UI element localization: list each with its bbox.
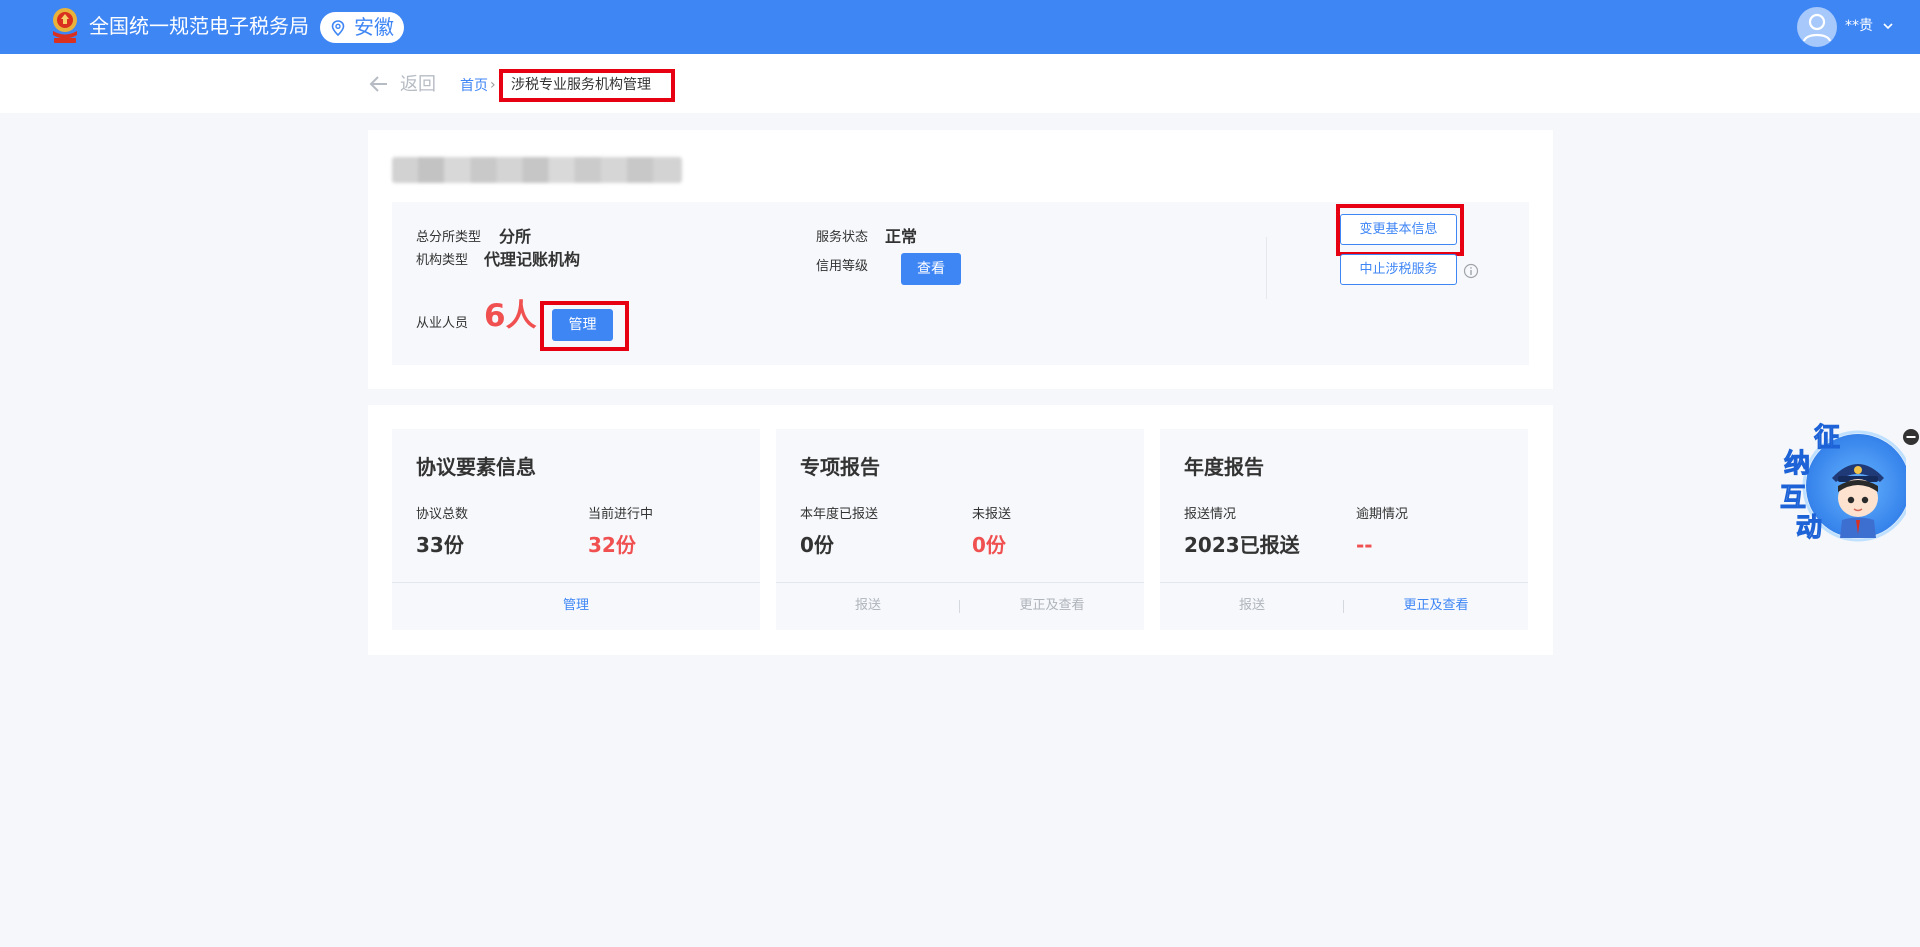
user-icon <box>1802 13 1832 42</box>
agreement-card-title: 协议要素信息 <box>416 455 536 479</box>
breadcrumb-bar <box>0 54 1920 113</box>
credit-level-label: 信用等级 <box>816 259 869 274</box>
back-arrow-icon[interactable] <box>369 75 389 93</box>
card-divider <box>392 582 760 583</box>
credit-view-button[interactable]: 查看 <box>901 253 961 285</box>
info-divider <box>1266 237 1267 299</box>
top-navbar: 全国统一规范电子税务局 安徽 **贵 <box>0 0 1920 54</box>
staff-manage-button[interactable]: 管理 <box>552 309 613 341</box>
branch-type-label: 总分所类型 <box>416 230 482 245</box>
mascot-char-4: 动 <box>1796 513 1822 543</box>
annual-report-card-title: 年度报告 <box>1184 455 1264 479</box>
special-report-card: 专项报告 本年度已报送 0份 未报送 0份 报送 更正及查看 <box>776 429 1144 630</box>
chevron-down-icon[interactable] <box>1882 21 1894 31</box>
org-type-value: 代理记账机构 <box>484 250 581 269</box>
user-name[interactable]: **贵 <box>1845 16 1873 36</box>
agreement-card: 协议要素信息 协议总数 33份 当前进行中 32份 管理 <box>392 429 760 630</box>
annual-report-submit-link[interactable]: 报送 <box>1160 596 1344 616</box>
location-pin-icon <box>331 20 345 36</box>
region-selector[interactable]: 安徽 <box>320 12 404 43</box>
staff-count: 6人 <box>484 298 537 334</box>
breadcrumb-home-link[interactable]: 首页 <box>460 76 488 96</box>
annual-report-overdue-label: 逾期情况 <box>1356 507 1409 522</box>
breadcrumb-current: 涉税专业服务机构管理 <box>499 69 675 102</box>
stop-tax-service-button[interactable]: 中止涉税服务 <box>1340 254 1457 285</box>
mascot-char-3: 互 <box>1780 483 1806 513</box>
staff-label: 从业人员 <box>416 316 469 331</box>
org-name-redacted: ■■■■■■■■■■■■■ <box>392 157 682 183</box>
back-link[interactable]: 返回 <box>400 73 436 97</box>
minimize-icon[interactable] <box>1902 428 1920 446</box>
service-status-value: 正常 <box>885 227 918 246</box>
agreement-active-label: 当前进行中 <box>588 507 654 522</box>
org-type-label: 机构类型 <box>416 253 469 268</box>
site-title: 全国统一规范电子税务局 <box>89 14 309 38</box>
special-report-card-title: 专项报告 <box>800 455 880 479</box>
agreement-manage-link[interactable]: 管理 <box>484 596 668 616</box>
annual-report-status-label: 报送情况 <box>1184 507 1237 522</box>
breadcrumb-separator: › <box>490 77 496 93</box>
special-report-submitted-label: 本年度已报送 <box>800 507 879 522</box>
change-basic-info-button[interactable]: 变更基本信息 <box>1340 214 1457 245</box>
agreement-active-value: 32份 <box>588 533 636 557</box>
special-report-submitted-value: 0份 <box>800 533 834 557</box>
branch-type-value: 分所 <box>499 227 532 246</box>
agreement-total-value: 33份 <box>416 533 464 557</box>
special-report-submit-link[interactable]: 报送 <box>776 596 960 616</box>
mascot-char-2: 纳 <box>1784 448 1810 479</box>
card-divider <box>776 582 1144 583</box>
special-report-unsubmitted-value: 0份 <box>972 533 1006 557</box>
tax-emblem-icon <box>53 8 77 43</box>
mascot-char-1: 征 <box>1814 423 1840 453</box>
annual-report-overdue-value: -- <box>1356 533 1373 557</box>
annual-report-card: 年度报告 报送情况 2023已报送 逾期情况 -- 报送 更正及查看 <box>1160 429 1528 630</box>
interaction-mascot-widget[interactable]: 征 纳 互 动 <box>1770 420 1906 544</box>
card-divider <box>1160 582 1528 583</box>
user-avatar[interactable] <box>1797 7 1837 47</box>
agreement-total-label: 协议总数 <box>416 507 469 522</box>
info-circle-icon[interactable] <box>1463 263 1479 279</box>
special-report-unsubmitted-label: 未报送 <box>972 507 1012 522</box>
service-status-label: 服务状态 <box>816 230 869 245</box>
region-label: 安徽 <box>354 15 394 39</box>
annual-report-correct-view-link[interactable]: 更正及查看 <box>1344 596 1528 616</box>
annual-report-status-value: 2023已报送 <box>1184 533 1300 557</box>
special-report-correct-view-link[interactable]: 更正及查看 <box>960 596 1144 616</box>
